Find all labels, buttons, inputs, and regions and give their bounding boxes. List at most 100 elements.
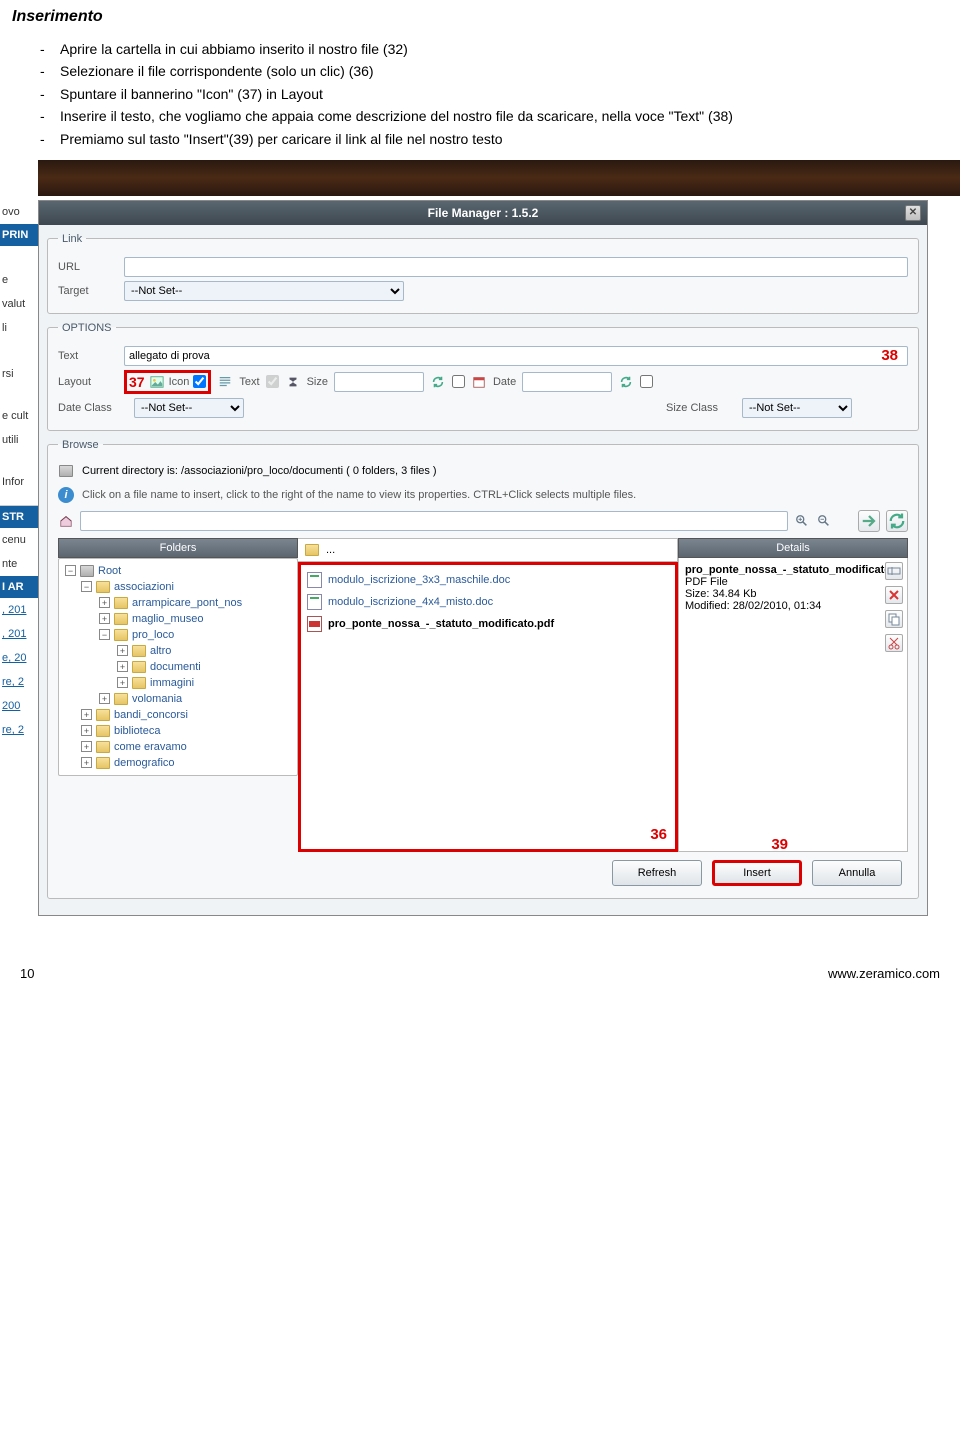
magnifier-zoom-out-icon[interactable]	[816, 513, 832, 529]
icon-label: Icon	[169, 376, 190, 388]
sidebar-item[interactable]: e cult	[0, 404, 38, 428]
magnifier-zoom-in-icon[interactable]	[794, 513, 810, 529]
sidebar-item[interactable]: cenu	[0, 528, 38, 552]
cut-icon[interactable]	[885, 634, 903, 652]
tree-node[interactable]: + come eravamo	[59, 739, 297, 755]
tree-node[interactable]: + biblioteca	[59, 723, 297, 739]
tree-node[interactable]: + demografico	[59, 755, 297, 771]
tree-node[interactable]: + altro	[59, 643, 297, 659]
date-input[interactable]	[522, 372, 612, 392]
insert-button[interactable]: Insert	[712, 860, 802, 886]
tree-node[interactable]: + immagini	[59, 675, 297, 691]
sidebar-item[interactable]: re, 2	[0, 670, 38, 694]
up-label[interactable]: ...	[326, 544, 335, 556]
sidebar-item[interactable]: li	[0, 316, 38, 340]
date-class-select[interactable]: --Not Set--	[134, 398, 244, 418]
tree-node[interactable]: + volomania	[59, 691, 297, 707]
date-refresh-checkbox[interactable]	[640, 375, 653, 388]
delete-icon[interactable]	[885, 586, 903, 604]
refresh-button-icon[interactable]	[886, 510, 908, 532]
tree-node-label[interactable]: bandi_concorsi	[114, 709, 188, 721]
refresh-arrows-icon[interactable]	[430, 374, 446, 390]
tree-node-label[interactable]: maglio_museo	[132, 613, 204, 625]
target-select[interactable]: --Not Set--	[124, 281, 404, 301]
copy-icon[interactable]	[885, 610, 903, 628]
tree-node[interactable]: − associazioni	[59, 579, 297, 595]
folder-icon	[114, 693, 128, 705]
tree-node[interactable]: + bandi_concorsi	[59, 707, 297, 723]
tree-node[interactable]: − pro_loco	[59, 627, 297, 643]
rename-icon[interactable]	[885, 562, 903, 580]
file-name[interactable]: modulo_iscrizione_4x4_misto.doc	[328, 596, 493, 608]
tree-toggle[interactable]: +	[81, 741, 92, 752]
tree-node-label[interactable]: arrampicare_pont_nos	[132, 597, 242, 609]
tree-node-label[interactable]: immagini	[150, 677, 194, 689]
tree-node[interactable]: + arrampicare_pont_nos	[59, 595, 297, 611]
tree-toggle[interactable]: +	[99, 597, 110, 608]
doc-item: Spuntare il bannerino "Icon" (37) in Lay…	[40, 83, 920, 105]
doc-item: Aprire la cartella in cui abbiamo inseri…	[40, 38, 920, 60]
file-row[interactable]: pro_ponte_nossa_-_statuto_modificato.pdf	[305, 613, 671, 635]
tree-toggle[interactable]: +	[117, 677, 128, 688]
house-icon[interactable]	[58, 513, 74, 529]
details-size: Size: 34.84 Kb	[685, 588, 901, 600]
sidebar-item[interactable]: , 201	[0, 622, 38, 646]
sidebar-item[interactable]: 200	[0, 694, 38, 718]
text-input[interactable]	[124, 346, 908, 366]
sidebar-item[interactable]: rsi	[0, 362, 38, 386]
tree-node[interactable]: + maglio_museo	[59, 611, 297, 627]
tree-node-label[interactable]: documenti	[150, 661, 201, 673]
sidebar-item[interactable]: ovo	[0, 200, 38, 224]
tree-toggle[interactable]: +	[81, 725, 92, 736]
tree-toggle[interactable]: +	[81, 757, 92, 768]
close-icon[interactable]: ✕	[905, 205, 921, 221]
tree-node-label[interactable]: pro_loco	[132, 629, 174, 641]
tree-root-label[interactable]: Root	[98, 565, 121, 577]
sidebar-item[interactable]: Infor	[0, 470, 38, 494]
tree-toggle[interactable]: +	[117, 661, 128, 672]
tree-toggle[interactable]: +	[99, 613, 110, 624]
sidebar-item[interactable]: utili	[0, 428, 38, 452]
sidebar-item[interactable]: e, 20	[0, 646, 38, 670]
go-button-icon[interactable]	[858, 510, 880, 532]
sidebar-item[interactable]: I AR	[0, 576, 38, 598]
tree-toggle[interactable]: −	[99, 629, 110, 640]
tree-node-label[interactable]: associazioni	[114, 581, 174, 593]
sidebar-item[interactable]: PRIN	[0, 224, 38, 246]
size-input[interactable]	[334, 372, 424, 392]
cancel-button[interactable]: Annulla	[812, 860, 902, 886]
tree-toggle[interactable]: +	[117, 645, 128, 656]
folder-up-icon[interactable]	[304, 542, 320, 558]
icon-checkbox[interactable]	[193, 375, 206, 388]
browse-hint: Click on a file name to insert, click to…	[82, 489, 636, 501]
dialog-title-text: File Manager : 1.5.2	[428, 206, 539, 220]
refresh-arrows-icon[interactable]	[618, 374, 634, 390]
tree-node-label[interactable]: biblioteca	[114, 725, 160, 737]
sidebar-item[interactable]: valut	[0, 292, 38, 316]
refresh-button[interactable]: Refresh	[612, 860, 702, 886]
tree-node-label[interactable]: altro	[150, 645, 171, 657]
sidebar-item[interactable]: e	[0, 268, 38, 292]
folder-tree[interactable]: −Root −associazioni+arrampicare_pont_nos…	[58, 558, 298, 776]
sidebar-item[interactable]: re, 2	[0, 718, 38, 742]
tree-toggle[interactable]: −	[81, 581, 92, 592]
sidebar-item[interactable]: STR	[0, 506, 38, 528]
size-refresh-checkbox[interactable]	[452, 375, 465, 388]
tree-node[interactable]: + documenti	[59, 659, 297, 675]
size-class-select[interactable]: --Not Set--	[742, 398, 852, 418]
path-input[interactable]	[80, 511, 788, 531]
file-row[interactable]: modulo_iscrizione_4x4_misto.doc	[305, 591, 671, 613]
sidebar-item[interactable]: nte	[0, 552, 38, 576]
file-row[interactable]: modulo_iscrizione_3x3_maschile.doc	[305, 569, 671, 591]
url-input[interactable]	[124, 257, 908, 277]
sidebar-item[interactable]: , 201	[0, 598, 38, 622]
file-name[interactable]: pro_ponte_nossa_-_statuto_modificato.pdf	[328, 618, 554, 630]
tree-node-label[interactable]: volomania	[132, 693, 182, 705]
file-name[interactable]: modulo_iscrizione_3x3_maschile.doc	[328, 574, 510, 586]
tree-toggle[interactable]: +	[81, 709, 92, 720]
tree-node-label[interactable]: demografico	[114, 757, 175, 769]
text-checkbox[interactable]	[266, 375, 279, 388]
tree-node-label[interactable]: come eravamo	[114, 741, 187, 753]
tree-toggle[interactable]: +	[99, 693, 110, 704]
tree-toggle[interactable]: −	[65, 565, 76, 576]
